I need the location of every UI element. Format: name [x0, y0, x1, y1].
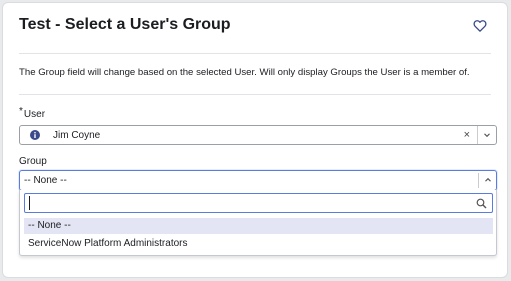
user-value: Jim Coyne [53, 130, 101, 141]
user-reference-field[interactable]: Jim Coyne × [19, 125, 497, 145]
chevron-up-icon[interactable] [484, 176, 492, 184]
info-icon[interactable] [30, 130, 40, 140]
description-text: The Group field will change based on the… [19, 67, 470, 78]
dropdown-option[interactable]: -- None -- [24, 218, 493, 234]
group-search-input[interactable] [29, 196, 469, 210]
divider [19, 94, 491, 95]
catalog-card: Test - Select a User's Group The Group f… [2, 2, 508, 278]
group-select[interactable]: -- None -- [19, 170, 497, 191]
dropdown-option[interactable]: ServiceNow Platform Administrators [24, 236, 493, 252]
group-selected-value: -- None -- [24, 175, 67, 186]
user-label-text: User [23, 109, 46, 120]
group-search-box[interactable] [24, 193, 493, 213]
required-marker: * [19, 106, 23, 117]
chevron-down-icon[interactable] [483, 131, 491, 139]
clear-icon[interactable]: × [464, 129, 470, 141]
divider [19, 53, 491, 54]
header: Test - Select a User's Group [19, 15, 491, 39]
group-label: Group [19, 156, 47, 167]
separator [477, 126, 478, 144]
separator [478, 173, 479, 188]
group-dropdown: -- None -- ServiceNow Platform Administr… [19, 190, 497, 256]
heart-icon[interactable] [473, 19, 487, 33]
search-icon [476, 198, 487, 209]
page-title: Test - Select a User's Group [19, 16, 231, 33]
user-label: *User [19, 106, 46, 120]
